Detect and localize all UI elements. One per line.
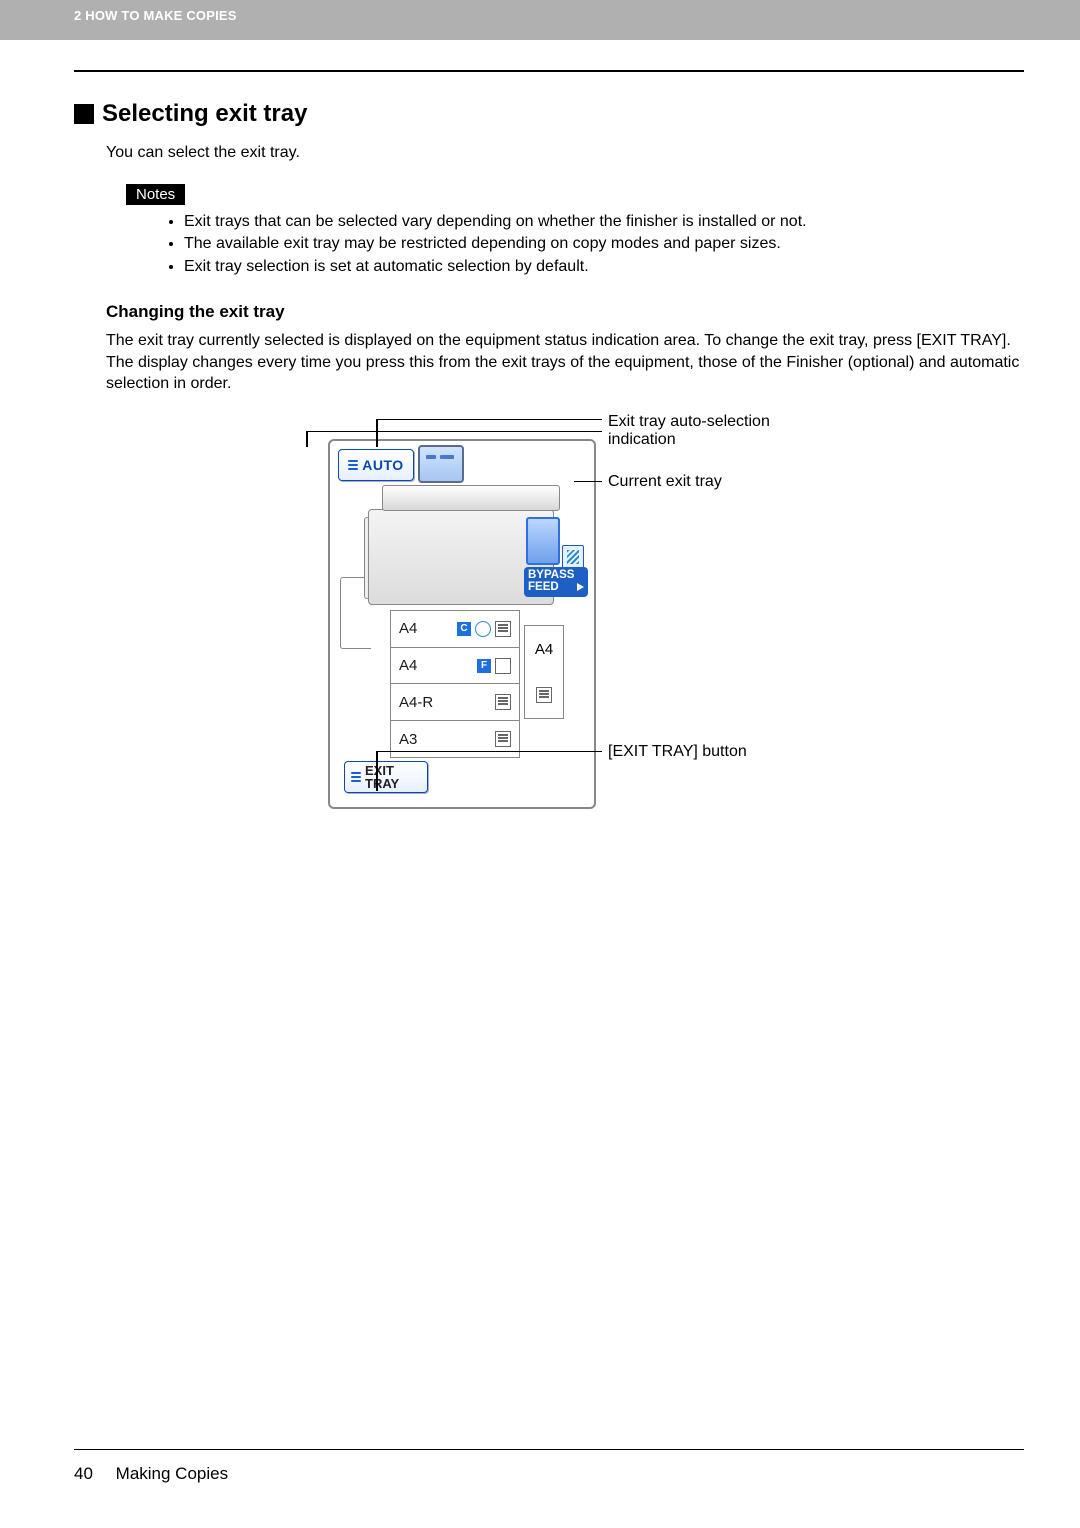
document-feeder-icon — [382, 485, 560, 511]
auto-button-label: AUTO — [362, 457, 403, 473]
subsection-title: Changing the exit tray — [106, 302, 1024, 322]
recycle-icon — [475, 621, 491, 637]
exit-tray-stack-icon — [351, 772, 361, 782]
paper-lines-icon — [495, 621, 511, 637]
paper-lines-icon — [495, 694, 511, 710]
leader-line — [376, 419, 602, 421]
page-footer: 40 Making Copies — [74, 1464, 228, 1484]
exit-button-line1: EXIT — [365, 764, 399, 777]
exit-tray-button[interactable]: EXIT TRAY — [344, 761, 428, 793]
paper-lines-icon — [536, 687, 552, 703]
page-content: Selecting exit tray You can select the e… — [74, 70, 1024, 1418]
exit-tray-stack-icon — [348, 460, 358, 470]
color-badge-icon: C — [457, 622, 471, 636]
intro-text: You can select the exit tray. — [106, 144, 1024, 162]
auto-button[interactable]: AUTO — [338, 449, 414, 481]
current-exit-tray-highlight — [526, 517, 560, 565]
notes-list: Exit trays that can be selected vary dep… — [144, 211, 1024, 278]
tray-label: A4 — [399, 657, 417, 674]
bypass-feed-button[interactable]: BYPASS FEED — [524, 567, 588, 597]
device-panel: AUTO BYPASS FEED — [328, 439, 596, 809]
footer-rule — [74, 1449, 1024, 1450]
page-header-bar: 2 HOW TO MAKE COPIES — [0, 0, 1080, 40]
note-item: Exit trays that can be selected vary dep… — [184, 211, 1024, 233]
callout-auto-indication: Exit tray auto-selection indication — [608, 413, 828, 449]
leader-line — [306, 431, 602, 433]
square-bullet-icon — [74, 104, 94, 124]
tray-label: A4 — [399, 620, 417, 637]
note-item: The available exit tray may be restricte… — [184, 233, 1024, 255]
tray-row[interactable]: A3 — [390, 720, 520, 758]
large-capacity-tray[interactable]: A4 — [524, 625, 564, 719]
tray-row[interactable]: A4 C — [390, 610, 520, 648]
exit-button-line2: TRAY — [365, 777, 399, 790]
leader-line — [376, 419, 378, 447]
notes-badge: Notes — [126, 184, 185, 205]
tray-label: A3 — [399, 731, 417, 748]
diagram: AUTO BYPASS FEED — [74, 419, 1024, 849]
copier-illustration: BYPASS FEED — [338, 489, 582, 609]
exit-tray-button-area: EXIT TRAY — [338, 757, 434, 799]
side-tray-label: A4 — [535, 641, 553, 658]
chapter-label: 2 HOW TO MAKE COPIES — [74, 8, 237, 23]
bypass-line2: FEED — [528, 582, 559, 594]
page-number: 40 — [74, 1464, 93, 1483]
tray-row[interactable]: A4-R — [390, 683, 520, 721]
display-screen-icon — [418, 445, 464, 483]
section-title: Selecting exit tray — [74, 100, 1024, 128]
section-title-text: Selecting exit tray — [102, 100, 307, 128]
tray-row[interactable]: A4 F — [390, 647, 520, 685]
callout-current-exit-tray: Current exit tray — [608, 473, 722, 491]
tray-label: A4-R — [399, 694, 433, 711]
leader-line — [306, 431, 308, 447]
leader-line — [376, 751, 378, 791]
footer-title: Making Copies — [116, 1464, 228, 1483]
note-item: Exit tray selection is set at automatic … — [184, 256, 1024, 278]
subsection-body: The exit tray currently selected is disp… — [106, 330, 1024, 395]
leader-line — [376, 751, 602, 753]
paper-box-icon — [495, 658, 511, 674]
tray-list: A4 C A4 F — [390, 611, 520, 758]
paper-icon — [562, 545, 584, 569]
f-badge-icon: F — [477, 659, 491, 673]
paper-lines-icon — [495, 731, 511, 747]
leader-line — [574, 481, 602, 483]
callout-exit-tray-button: [EXIT TRAY] button — [608, 743, 747, 761]
